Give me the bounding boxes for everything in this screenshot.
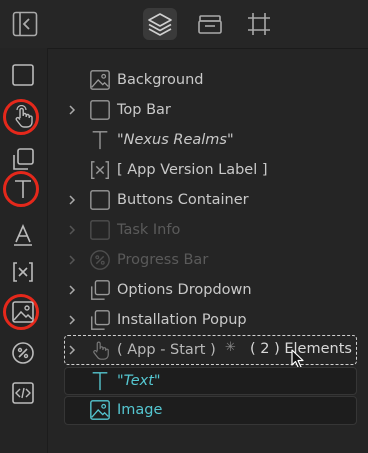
tree-item-nexus-realms[interactable]: "Nexus Realms" [64, 126, 356, 154]
text-icon[interactable] [6, 172, 40, 206]
tree-item-app-start[interactable]: ( App - Start ) ✳ ( 2 ) Elements [64, 336, 356, 364]
percent-icon [88, 246, 112, 274]
text-icon [88, 126, 112, 154]
box-icon[interactable] [6, 58, 40, 92]
box-icon [88, 186, 112, 214]
layer-tree: Background Top Bar "Nexus Realms" [ App … [48, 48, 368, 453]
tree-item-task-info[interactable]: Task Info [64, 216, 356, 244]
variable-icon [88, 156, 112, 184]
tree-item-app-version-label[interactable]: [ App Version Label ] [64, 156, 356, 184]
tree-item-label: Buttons Container [117, 192, 249, 208]
percent-icon[interactable] [6, 336, 40, 370]
collapse-panel-icon[interactable] [8, 8, 42, 40]
code-icon[interactable] [6, 376, 40, 410]
tree-item-label: "Nexus Realms" [117, 132, 234, 148]
tree-item-label: Image [117, 402, 163, 418]
chevron-right-icon[interactable] [64, 276, 80, 304]
frame-icon[interactable] [242, 8, 276, 40]
tool-palette [0, 48, 48, 453]
top-bar [0, 0, 368, 49]
copy-icon [88, 306, 112, 334]
chevron-right-icon[interactable] [64, 216, 80, 244]
box-icon [88, 96, 112, 124]
tree-item-label: Background [117, 72, 204, 88]
tree-item-label: Options Dropdown [117, 282, 252, 298]
layers-icon[interactable] [143, 8, 177, 40]
assets-icon[interactable] [193, 8, 227, 40]
touch-icon[interactable] [6, 100, 40, 134]
tree-item-progress-bar[interactable]: Progress Bar [64, 246, 356, 274]
chevron-right-icon[interactable] [64, 96, 80, 124]
tree-item-top-bar[interactable]: Top Bar [64, 96, 356, 124]
tree-item-label: ( App - Start ) [117, 342, 216, 358]
chevron-right-icon[interactable] [64, 306, 80, 334]
tree-item-installation-popup[interactable]: Installation Popup [64, 306, 356, 334]
tree-item-buttons-container[interactable]: Buttons Container [64, 186, 356, 214]
tree-item-label: "Text" [117, 373, 161, 389]
tree-item-label: Top Bar [117, 102, 171, 118]
asterisk-icon: ✳ [225, 340, 236, 355]
variable-icon[interactable] [6, 255, 40, 289]
tree-item-label: Progress Bar [117, 252, 209, 268]
tree-item-label: Task Info [117, 222, 181, 238]
tree-item-image[interactable]: Image [64, 396, 356, 424]
image-icon [88, 396, 112, 424]
touch-icon [88, 336, 112, 364]
tree-item-label: [ App Version Label ] [117, 162, 268, 178]
tree-item-options-dropdown[interactable]: Options Dropdown [64, 276, 356, 304]
font-icon[interactable] [6, 218, 40, 252]
chevron-right-icon[interactable] [64, 336, 80, 364]
tree-item-text[interactable]: "Text" [64, 367, 356, 395]
copy-icon [88, 276, 112, 304]
tree-item-background[interactable]: Background [64, 66, 356, 94]
chevron-right-icon[interactable] [64, 186, 80, 214]
text-icon [88, 367, 112, 395]
box-icon [88, 216, 112, 244]
image-icon [88, 66, 112, 94]
image-icon[interactable] [6, 295, 40, 329]
chevron-right-icon[interactable] [64, 246, 80, 274]
tree-item-label: Installation Popup [117, 312, 247, 328]
